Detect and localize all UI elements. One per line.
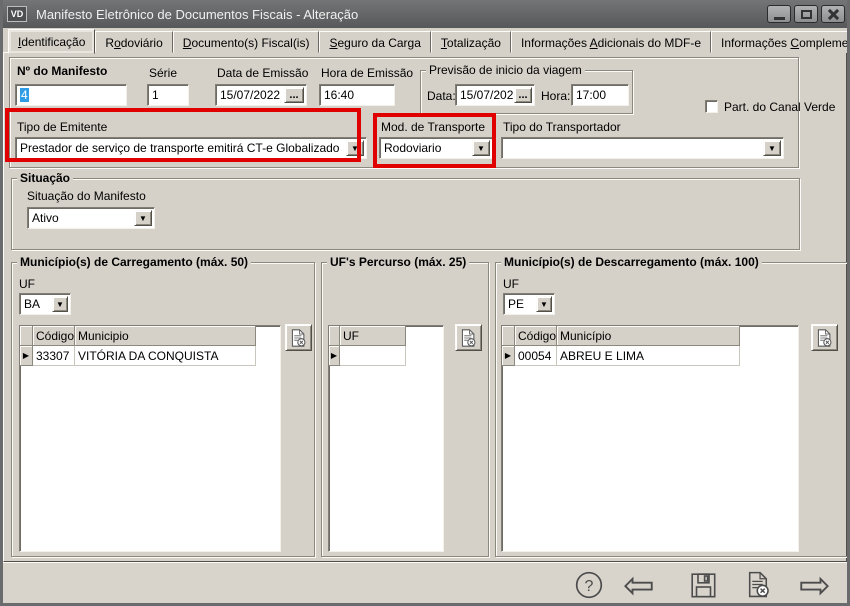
- carregamento-col-codigo: Código: [33, 326, 75, 346]
- canal-verde-label: Part. do Canal Verde: [724, 100, 836, 114]
- table-row[interactable]: 00054 ABREU E LIMA: [502, 346, 798, 366]
- percurso-grid: UF: [328, 325, 444, 552]
- data-emissao-input[interactable]: 15/07/2022 ...: [215, 84, 307, 106]
- dropdown-arrow-icon[interactable]: [134, 210, 152, 226]
- situacao-manifesto-label: Situação do Manifesto: [27, 189, 146, 203]
- annotation-rect-tipo-emitente: [5, 108, 361, 162]
- save-button[interactable]: [690, 572, 717, 603]
- data-emissao-picker-button[interactable]: ...: [284, 87, 304, 103]
- hora-emissao-input[interactable]: 16:40: [319, 84, 395, 106]
- tab-strip: Identificação Rodoviário Documento(s) Fi…: [8, 29, 847, 54]
- previsao-hora-input[interactable]: 17:00: [571, 84, 629, 106]
- tipo-transportador-select[interactable]: [501, 137, 784, 159]
- previsao-data-input[interactable]: 15/07/2022 ...: [455, 84, 535, 106]
- data-emissao-label: Data de Emissão: [217, 66, 309, 80]
- grid-selector-header: [329, 326, 340, 346]
- previsao-hora-label: Hora:: [541, 89, 571, 103]
- minimize-icon: [773, 17, 785, 20]
- dropdown-arrow-icon[interactable]: [763, 140, 781, 156]
- carregamento-col-municipio: Municipio: [75, 326, 256, 346]
- tab-identificacao[interactable]: Identificação: [8, 29, 96, 54]
- serie-input[interactable]: 1: [147, 84, 189, 106]
- descarregamento-col-codigo: Código: [515, 326, 557, 346]
- minimize-button[interactable]: [767, 5, 791, 23]
- delete-record-icon: [748, 571, 769, 598]
- situacao-group-title: Situação: [17, 171, 74, 185]
- carregamento-delete-button[interactable]: [285, 324, 312, 351]
- forward-arrow-icon: ⇨: [799, 565, 831, 606]
- tab-informacoes-adicionais[interactable]: Informações Adicionais do MDF-e: [510, 31, 712, 53]
- previsao-group-title: Previsão de inicio da viagem: [426, 63, 585, 77]
- manifesto-input[interactable]: 4: [15, 84, 127, 106]
- delete-record-icon: [461, 328, 476, 347]
- tipo-transportador-label: Tipo do Transportador: [503, 120, 621, 134]
- tab-totalizacao[interactable]: Totalização: [430, 31, 511, 53]
- hora-emissao-label: Hora de Emissão: [321, 66, 414, 80]
- previsao-data-label: Data:: [427, 89, 456, 103]
- descarregamento-uf-label: UF: [503, 277, 519, 291]
- descarregamento-grid: Código Município 00054 ABREU E LIMA: [501, 325, 799, 552]
- window-title: Manifesto Eletrônico de Documentos Fisca…: [36, 6, 359, 22]
- table-row[interactable]: 33307 VITÓRIA DA CONQUISTA: [20, 346, 280, 366]
- row-selector-icon: [20, 346, 33, 366]
- save-icon: [691, 573, 716, 598]
- carregamento-uf-select[interactable]: BA: [19, 293, 71, 315]
- close-button[interactable]: [821, 5, 845, 23]
- grid-selector-header: [502, 326, 515, 346]
- descarregamento-delete-button[interactable]: [811, 324, 838, 351]
- percurso-delete-button[interactable]: [455, 324, 482, 351]
- percurso-title: UF's Percurso (máx. 25): [327, 255, 470, 269]
- tab-rodoviario[interactable]: Rodoviário: [95, 31, 173, 53]
- help-button[interactable]: ?: [574, 570, 604, 600]
- forward-button[interactable]: ⇨: [799, 567, 831, 603]
- annotation-rect-mod-transporte: [373, 113, 496, 168]
- delete-record-icon: [291, 328, 306, 347]
- carregamento-title: Município(s) de Carregamento (máx. 50): [17, 255, 252, 269]
- situacao-select[interactable]: Ativo: [27, 207, 155, 229]
- maximize-icon: [800, 9, 812, 19]
- descarregamento-title: Município(s) de Descarregamento (máx. 10…: [501, 255, 762, 269]
- row-selector-icon: [502, 346, 515, 366]
- bottom-toolbar: [3, 562, 847, 603]
- delete-button[interactable]: [745, 570, 772, 603]
- delete-record-icon: [817, 328, 832, 347]
- application-window: VD Manifesto Eletrônico de Documentos Fi…: [0, 0, 850, 606]
- app-icon: VD: [7, 6, 27, 22]
- manifesto-label: Nº do Manifesto: [17, 64, 108, 78]
- tab-seguro-da-carga[interactable]: Seguro da Carga: [319, 31, 431, 53]
- grid-selector-header: [20, 326, 33, 346]
- previsao-data-picker-button[interactable]: ...: [514, 87, 532, 103]
- tab-documentos-fiscais[interactable]: Documento(s) Fiscal(is): [172, 31, 320, 53]
- back-arrow-icon: ⇦: [623, 565, 655, 606]
- back-button[interactable]: ⇦: [623, 567, 655, 603]
- table-row[interactable]: [329, 346, 443, 366]
- svg-text:?: ?: [585, 578, 594, 595]
- carregamento-uf-label: UF: [19, 277, 35, 291]
- help-icon: ?: [575, 571, 603, 599]
- dropdown-arrow-icon[interactable]: [536, 296, 552, 312]
- descarregamento-col-municipio: Município: [557, 326, 740, 346]
- maximize-button[interactable]: [794, 5, 818, 23]
- carregamento-grid: Código Municipio 33307 VITÓRIA DA CONQUI…: [19, 325, 281, 552]
- tab-informacoes-complementares[interactable]: Informações Complementares: [711, 31, 847, 53]
- serie-label: Série: [149, 66, 178, 80]
- dropdown-arrow-icon[interactable]: [52, 296, 68, 312]
- percurso-col-uf: UF: [340, 326, 406, 346]
- descarregamento-uf-select[interactable]: PE: [503, 293, 555, 315]
- canal-verde-checkbox[interactable]: [705, 100, 718, 113]
- row-selector-icon: [329, 346, 340, 366]
- title-bar: VD Manifesto Eletrônico de Documentos Fi…: [3, 0, 847, 28]
